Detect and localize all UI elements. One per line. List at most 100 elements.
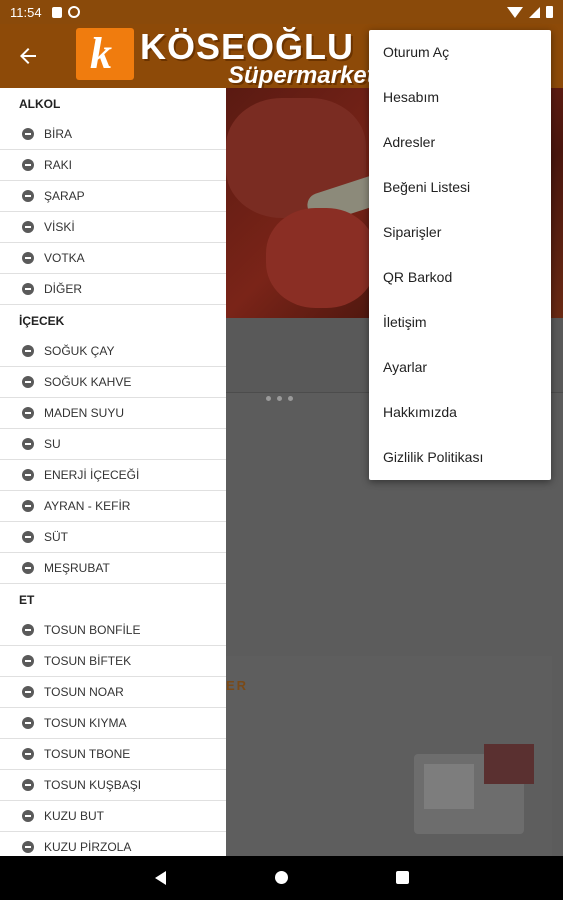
menu-item-contact[interactable]: İletişim [369, 300, 551, 345]
bullet-icon [22, 624, 34, 636]
banner-meat-2 [266, 208, 376, 308]
category-item-kuzu-pirzola[interactable]: KUZU PİRZOLA [0, 832, 226, 856]
bullet-icon [22, 469, 34, 481]
bullet-icon [22, 376, 34, 388]
nav-home-icon[interactable] [275, 871, 288, 884]
category-item-label: RAKI [44, 158, 73, 172]
status-bar: 11:54 [0, 0, 563, 24]
category-item-label: MEŞRUBAT [44, 561, 110, 575]
category-item-sut[interactable]: SÜT [0, 522, 226, 553]
bullet-icon [22, 128, 34, 140]
menu-item-addresses[interactable]: Adresler [369, 120, 551, 165]
category-item-mesrubat[interactable]: MEŞRUBAT [0, 553, 226, 584]
bullet-icon [22, 221, 34, 233]
overflow-menu: Oturum Aç Hesabım Adresler Beğeni Listes… [369, 30, 551, 480]
bullet-icon [22, 407, 34, 419]
menu-item-orders[interactable]: Siparişler [369, 210, 551, 255]
category-item-diger[interactable]: DİĞER [0, 274, 226, 305]
category-item-tosun-tbone[interactable]: TOSUN TBONE [0, 739, 226, 770]
bullet-icon [22, 190, 34, 202]
category-item-label: SOĞUK ÇAY [44, 344, 115, 358]
category-item-label: ENERJİ İÇECEĞİ [44, 468, 140, 482]
category-item-label: BİRA [44, 127, 73, 141]
bullet-icon [22, 810, 34, 822]
category-item-label: TOSUN BİFTEK [44, 654, 132, 668]
logo-letter: k [90, 29, 112, 78]
category-item-tosun-kiyma[interactable]: TOSUN KIYMA [0, 708, 226, 739]
category-drawer[interactable]: ALKOL BİRA RAKI ŞARAP VİSKİ VOTKA DİĞER … [0, 88, 226, 856]
nav-recents-icon[interactable] [396, 871, 409, 884]
category-item-bira[interactable]: BİRA [0, 119, 226, 150]
category-item-enerji-icecegi[interactable]: ENERJİ İÇECEĞİ [0, 460, 226, 491]
bullet-icon [22, 500, 34, 512]
category-item-label: KUZU BUT [44, 809, 104, 823]
category-item-label: SOĞUK KAHVE [44, 375, 132, 389]
menu-item-about[interactable]: Hakkımızda [369, 390, 551, 435]
wifi-icon [507, 6, 523, 18]
bullet-icon [22, 438, 34, 450]
category-item-sarap[interactable]: ŞARAP [0, 181, 226, 212]
bullet-icon [22, 531, 34, 543]
system-nav-bar [0, 856, 563, 900]
menu-item-wishlist[interactable]: Beğeni Listesi [369, 165, 551, 210]
category-item-soguk-cay[interactable]: SOĞUK ÇAY [0, 336, 226, 367]
category-item-soguk-kahve[interactable]: SOĞUK KAHVE [0, 367, 226, 398]
category-header-alkol: ALKOL [19, 97, 61, 111]
bullet-icon [22, 779, 34, 791]
bullet-icon [22, 841, 34, 853]
menu-item-settings[interactable]: Ayarlar [369, 345, 551, 390]
category-item-label: ŞARAP [44, 189, 85, 203]
category-item-label: TOSUN KIYMA [44, 716, 127, 730]
category-item-viski[interactable]: VİSKİ [0, 212, 226, 243]
bullet-icon [22, 748, 34, 760]
category-item-ayran-kefir[interactable]: AYRAN - KEFİR [0, 491, 226, 522]
bullet-icon [22, 159, 34, 171]
battery-icon [546, 6, 553, 18]
category-item-raki[interactable]: RAKI [0, 150, 226, 181]
bullet-icon [22, 686, 34, 698]
category-header-et: ET [19, 593, 35, 607]
arrow-left-icon [20, 48, 36, 64]
bullet-icon [22, 717, 34, 729]
bullet-icon [22, 283, 34, 295]
category-item-label: TOSUN NOAR [44, 685, 124, 699]
back-button[interactable] [16, 44, 40, 68]
menu-item-login[interactable]: Oturum Aç [369, 30, 551, 75]
carousel-dot [277, 396, 282, 401]
nav-back-icon[interactable] [155, 871, 166, 885]
status-time: 11:54 [10, 4, 42, 20]
category-item-tosun-kusbasi[interactable]: TOSUN KUŞBAŞI [0, 770, 226, 801]
category-item-label: SU [44, 437, 61, 451]
category-item-tosun-biftek[interactable]: TOSUN BİFTEK [0, 646, 226, 677]
bullet-icon [22, 252, 34, 264]
menu-item-privacy-policy[interactable]: Gizlilik Politikası [369, 435, 551, 480]
product-card[interactable]: ER [226, 656, 552, 856]
category-item-label: KUZU PİRZOLA [44, 840, 132, 854]
category-item-label: DİĞER [44, 282, 83, 296]
category-item-label: TOSUN BONFİLE [44, 623, 141, 637]
category-item-tosun-bonfile[interactable]: TOSUN BONFİLE [0, 615, 226, 646]
carousel-dot [266, 396, 271, 401]
category-item-su[interactable]: SU [0, 429, 226, 460]
bullet-icon [22, 562, 34, 574]
carousel-dots [266, 396, 293, 401]
category-item-kuzu-but[interactable]: KUZU BUT [0, 801, 226, 832]
sd-card-icon [51, 6, 62, 18]
category-header-icecek: İÇECEK [19, 314, 65, 328]
category-item-maden-suyu[interactable]: MADEN SUYU [0, 398, 226, 429]
category-item-label: AYRAN - KEFİR [44, 499, 131, 513]
category-item-votka[interactable]: VOTKA [0, 243, 226, 274]
menu-item-account[interactable]: Hesabım [369, 75, 551, 120]
sync-icon [67, 6, 80, 18]
carousel-dot [288, 396, 293, 401]
category-item-label: MADEN SUYU [44, 406, 125, 420]
category-item-label: VİSKİ [44, 220, 75, 234]
bullet-icon [22, 655, 34, 667]
product-image [414, 744, 534, 834]
category-item-label: TOSUN TBONE [44, 747, 131, 761]
category-item-tosun-noar[interactable]: TOSUN NOAR [0, 677, 226, 708]
signal-icon [529, 6, 540, 18]
menu-item-qr-barcode[interactable]: QR Barkod [369, 255, 551, 300]
category-item-label: VOTKA [44, 251, 85, 265]
card-title: ER [226, 678, 249, 693]
